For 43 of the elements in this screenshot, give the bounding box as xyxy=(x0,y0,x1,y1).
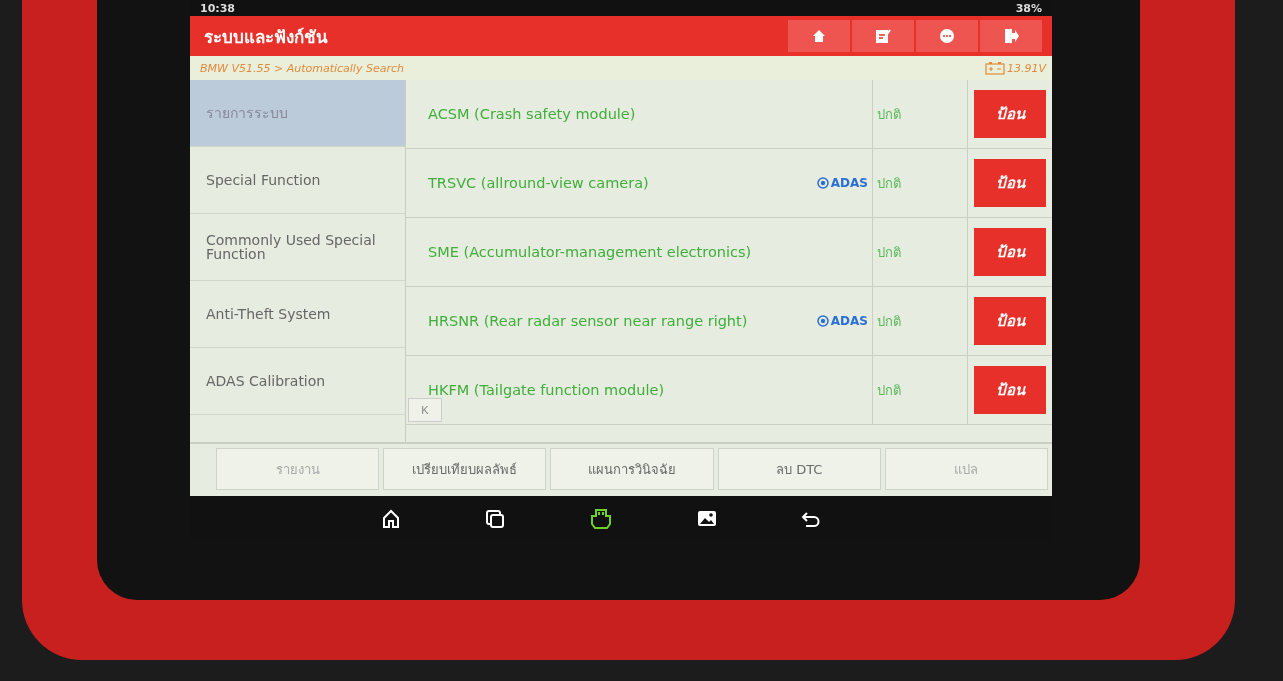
system-status: ปกติ xyxy=(877,312,901,331)
collapse-button[interactable]: K xyxy=(408,398,442,422)
status-time: 10:38 xyxy=(200,1,235,15)
breadcrumb: BMW V51.55 > Automatically Search xyxy=(200,61,405,75)
system-name: HKFM (Tailgate function module) xyxy=(427,382,666,398)
car-battery-icon xyxy=(985,61,1005,75)
exit-button[interactable] xyxy=(980,20,1042,52)
system-name: ACSM (Crash safety module) xyxy=(427,106,637,122)
system-status: ปกติ xyxy=(877,174,901,193)
system-status: ปกติ xyxy=(877,243,901,262)
system-name: HRSNR (Rear radar sensor near range right) xyxy=(427,313,749,329)
adas-label: ADAS xyxy=(830,314,868,328)
battery-level: 38% xyxy=(1015,1,1042,15)
chat-bubble-icon xyxy=(939,28,955,44)
toolbar-button[interactable]: แผนการวินิจฉัย xyxy=(550,448,714,490)
recent-apps-icon[interactable] xyxy=(485,509,505,529)
notepad-pencil-icon xyxy=(875,28,891,44)
exit-door-icon xyxy=(1003,28,1019,44)
home-button[interactable] xyxy=(788,20,850,52)
system-name: SME (Accumulator-management electronics) xyxy=(427,244,753,260)
toolbar-button[interactable]: เปรียบเทียบผลลัพธ์ xyxy=(383,448,547,490)
vci-connector-icon[interactable] xyxy=(589,509,613,529)
enter-button[interactable]: ป้อน xyxy=(974,297,1046,345)
sidebar-item[interactable]: รายการระบบ xyxy=(190,80,405,147)
system-name: TRSVC (allround-view camera) xyxy=(427,175,650,191)
back-icon[interactable] xyxy=(801,509,821,529)
enter-button[interactable]: ป้อน xyxy=(974,228,1046,276)
toolbar-button[interactable]: ลบ DTC xyxy=(717,448,881,490)
voltage-reading: 13.91V xyxy=(1007,61,1046,75)
adas-label: ADAS xyxy=(830,176,868,190)
enter-button[interactable]: ป้อน xyxy=(974,366,1046,414)
chat-button[interactable] xyxy=(916,20,978,52)
home-icon xyxy=(812,29,826,43)
enter-button[interactable]: ป้อน xyxy=(974,159,1046,207)
system-status: ปกติ xyxy=(877,381,901,400)
enter-button[interactable]: ป้อน xyxy=(974,90,1046,138)
target-icon xyxy=(816,177,829,189)
target-icon xyxy=(816,315,829,327)
page-title: ระบบและฟังก์ชัน xyxy=(204,25,328,49)
home-icon[interactable] xyxy=(381,509,401,529)
notes-button[interactable] xyxy=(852,20,914,52)
system-status: ปกติ xyxy=(877,105,901,124)
gallery-icon[interactable] xyxy=(697,509,717,529)
